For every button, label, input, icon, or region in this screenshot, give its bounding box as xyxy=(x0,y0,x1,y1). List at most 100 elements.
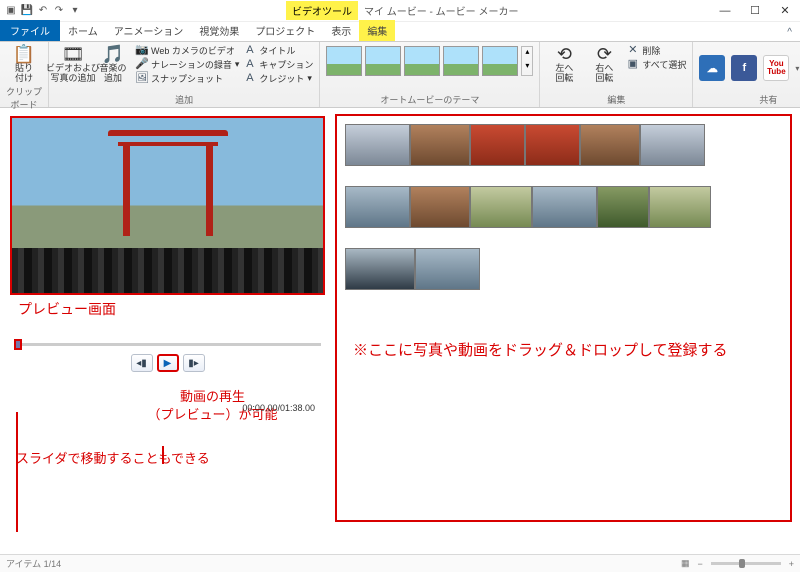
onedrive-icon[interactable]: ☁ xyxy=(699,55,725,81)
prev-frame-button[interactable]: ◂▮ xyxy=(131,354,153,372)
group-label-add: 追加 xyxy=(55,92,313,106)
timeline-clip[interactable] xyxy=(470,124,525,166)
add-music-button[interactable]: 🎵 音楽の 追加 xyxy=(95,44,131,84)
context-tab-label: ビデオツール xyxy=(286,1,358,20)
group-label-themes: オートムービーのテーマ xyxy=(326,92,533,106)
webcam-icon: 📷 xyxy=(135,44,148,57)
minimize-button[interactable]: — xyxy=(710,1,740,21)
rotate-right-button[interactable]: ⟳右へ 回転 xyxy=(586,44,622,84)
theme-thumb[interactable] xyxy=(482,46,518,76)
tab-file[interactable]: ファイル xyxy=(0,20,60,41)
snapshot-button[interactable]: 🖼スナップショット xyxy=(135,72,239,85)
quick-access-toolbar: ▣ 💾 ↶ ↷ ▾ xyxy=(0,4,86,18)
theme-gallery[interactable]: ▴ ▾ xyxy=(326,44,533,76)
next-frame-button[interactable]: ▮▸ xyxy=(183,354,205,372)
zoom-out-button[interactable]: − xyxy=(697,559,702,569)
credit-icon: A xyxy=(243,72,256,85)
undo-icon[interactable]: ↶ xyxy=(36,4,50,18)
seek-slider[interactable] xyxy=(14,343,321,346)
app-icon: ▣ xyxy=(4,4,18,18)
annotation-drop-note: ※ここに写真や動画をドラッグ＆ドロップして登録する xyxy=(345,340,782,363)
timeline-clip[interactable] xyxy=(470,186,532,228)
title-button[interactable]: Aタイトル xyxy=(243,44,313,57)
theme-thumb[interactable] xyxy=(326,46,362,76)
qat-dropdown-icon[interactable]: ▾ xyxy=(68,4,82,18)
group-share: ☁ f You Tube ▾ 🖥 ムービー の保存 共有 xyxy=(693,42,800,107)
title-icon: A xyxy=(243,44,256,57)
tab-view[interactable]: 表示 xyxy=(323,20,359,41)
redo-icon[interactable]: ↷ xyxy=(52,4,66,18)
annotation-preview-label: プレビュー画面 xyxy=(10,295,325,323)
theme-thumb[interactable] xyxy=(443,46,479,76)
ribbon-tabs: ファイル ホーム アニメーション 視覚効果 プロジェクト 表示 編集 ^ xyxy=(0,22,800,42)
title-bar: ▣ 💾 ↶ ↷ ▾ ビデオツール マイ ムービー - ムービー メーカー — ☐… xyxy=(0,0,800,22)
seek-slider-thumb[interactable] xyxy=(14,339,22,350)
timeline-clip[interactable] xyxy=(580,124,640,166)
theme-thumb[interactable] xyxy=(365,46,401,76)
view-mode-icon[interactable]: ▦ xyxy=(681,558,690,569)
delete-button[interactable]: ✕削除 xyxy=(626,44,686,57)
annotation-line xyxy=(162,446,164,464)
timeline-clip[interactable] xyxy=(410,124,470,166)
save-icon[interactable]: 💾 xyxy=(20,4,34,18)
mic-icon: 🎤 xyxy=(135,58,148,71)
paste-button[interactable]: 📋 貼り 付け xyxy=(6,44,42,84)
timeline-clip[interactable] xyxy=(410,186,470,228)
credit-button[interactable]: Aクレジット ▾ xyxy=(243,72,313,85)
narration-button[interactable]: 🎤ナレーションの録音 ▾ xyxy=(135,58,239,71)
tab-home[interactable]: ホーム xyxy=(60,20,106,41)
gallery-more-icon[interactable]: ▾ xyxy=(522,61,532,75)
timeline-clip[interactable] xyxy=(345,186,410,228)
zoom-slider[interactable] xyxy=(711,562,781,565)
facebook-icon[interactable]: f xyxy=(731,55,757,81)
select-all-icon: ▣ xyxy=(626,58,639,71)
preview-pane: プレビュー画面 00:00.00/01:38.00 ◂▮ ▶ ▮▸ 動画の再生 … xyxy=(0,108,335,528)
workspace: プレビュー画面 00:00.00/01:38.00 ◂▮ ▶ ▮▸ 動画の再生 … xyxy=(0,108,800,528)
timeline-clip[interactable] xyxy=(415,248,480,290)
group-label-edit: 編集 xyxy=(546,92,686,106)
ribbon: 📋 貼り 付け クリップボード 🎞 ビデオおよび 写真の追加 🎵 音楽の 追加 … xyxy=(0,42,800,108)
clip-row xyxy=(345,248,782,290)
tab-animation[interactable]: アニメーション xyxy=(106,20,192,41)
caption-button[interactable]: Aキャプション xyxy=(243,58,313,71)
preview-video[interactable] xyxy=(12,118,323,293)
timeline-clip[interactable] xyxy=(345,124,410,166)
window-controls: — ☐ ✕ xyxy=(710,1,800,21)
caption-icon: A xyxy=(243,58,256,71)
status-item-count: アイテム 1/14 xyxy=(6,557,61,570)
film-icon: 🎞 xyxy=(62,44,85,64)
maximize-button[interactable]: ☐ xyxy=(740,1,770,21)
group-clipboard: 📋 貼り 付け クリップボード xyxy=(0,42,49,107)
play-button[interactable]: ▶ xyxy=(157,354,179,372)
rotate-left-button[interactable]: ⟲左へ 回転 xyxy=(546,44,582,84)
theme-thumb[interactable] xyxy=(404,46,440,76)
timeline-pane[interactable]: ※ここに写真や動画をドラッグ＆ドロップして登録する xyxy=(335,114,792,522)
ribbon-collapse-icon[interactable]: ^ xyxy=(779,24,800,41)
clip-row xyxy=(345,186,782,228)
close-button[interactable]: ✕ xyxy=(770,1,800,21)
timeline-clip[interactable] xyxy=(532,186,597,228)
tab-visual-effects[interactable]: 視覚効果 xyxy=(191,20,247,41)
zoom-slider-thumb[interactable] xyxy=(739,559,745,568)
select-all-button[interactable]: ▣すべて選択 xyxy=(626,58,686,71)
group-add: 🎞 ビデオおよび 写真の追加 🎵 音楽の 追加 📷Web カメラのビデオ 🎤ナレ… xyxy=(49,42,320,107)
timeline-clip[interactable] xyxy=(640,124,705,166)
group-themes: ▴ ▾ オートムービーのテーマ xyxy=(320,42,540,107)
annotation-slider-note: スライダで移動することもできる xyxy=(16,450,325,468)
tab-project[interactable]: プロジェクト xyxy=(247,20,323,41)
timeline-clip[interactable] xyxy=(649,186,711,228)
share-more-icon[interactable]: ▾ xyxy=(795,64,799,73)
zoom-in-button[interactable]: + xyxy=(789,559,794,569)
rotate-left-icon: ⟲ xyxy=(557,44,572,64)
timeline-clip[interactable] xyxy=(345,248,415,290)
webcam-button[interactable]: 📷Web カメラのビデオ xyxy=(135,44,239,57)
tab-edit[interactable]: 編集 xyxy=(359,20,395,41)
add-video-photo-button[interactable]: 🎞 ビデオおよび 写真の追加 xyxy=(55,44,91,84)
music-icon: 🎵 xyxy=(102,44,124,64)
timeline-clip[interactable] xyxy=(597,186,649,228)
rotate-right-icon: ⟳ xyxy=(597,44,612,64)
gallery-up-icon[interactable]: ▴ xyxy=(522,47,532,61)
youtube-icon[interactable]: You Tube xyxy=(763,55,789,81)
group-edit: ⟲左へ 回転 ⟳右へ 回転 ✕削除 ▣すべて選択 編集 xyxy=(540,42,693,107)
timeline-clip[interactable] xyxy=(525,124,580,166)
